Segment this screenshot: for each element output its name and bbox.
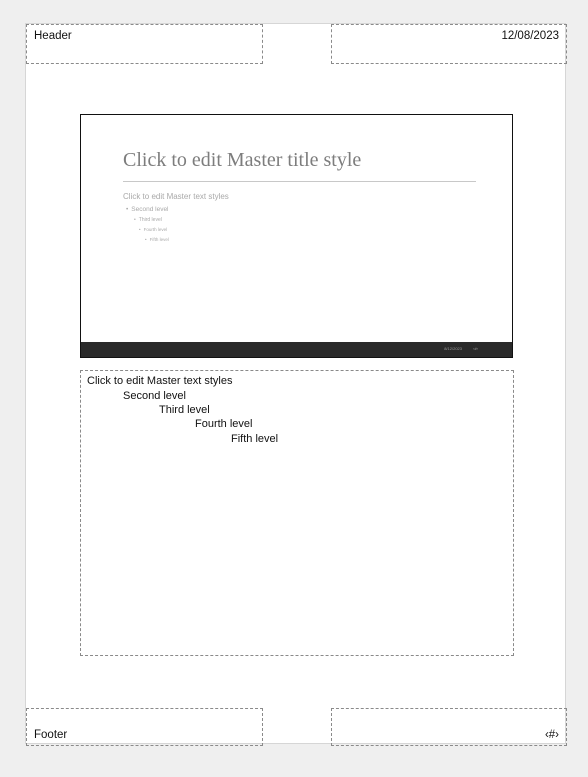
notes-text-level-5: Fifth level (231, 433, 279, 445)
page-number-text: ‹#› (544, 729, 559, 741)
slide-title-divider (123, 181, 476, 182)
footer-text: Footer (34, 729, 68, 741)
bullet-icon: • (139, 227, 141, 232)
slide-title: Click to edit Master title style (123, 149, 362, 171)
slide-footer-bar: 8/12/2023 ‹#› (81, 342, 512, 357)
page-number-placeholder[interactable]: ‹#› (331, 708, 567, 746)
notes-text-level-1: Click to edit Master text styles (87, 375, 233, 387)
header-placeholder[interactable]: Header (26, 24, 263, 64)
date-text: 12/08/2023 (501, 30, 559, 42)
footer-placeholder[interactable]: Footer (26, 708, 263, 746)
header-text: Header (34, 30, 72, 42)
date-placeholder[interactable]: 12/08/2023 (331, 24, 567, 64)
notes-placeholder[interactable]: Click to edit Master text styles Second … (80, 370, 514, 656)
slide-text-level-3: • Third level (134, 217, 162, 223)
notes-text-level-4: Fourth level (195, 418, 253, 430)
slide-text-level-5: • Fifth level (145, 237, 169, 242)
bullet-icon: • (126, 206, 129, 213)
slide-text-level-1: Click to edit Master text styles (123, 192, 229, 201)
slide-image-placeholder[interactable]: Click to edit Master title style Click t… (80, 114, 513, 358)
notes-text-level-3: Third level (159, 404, 210, 416)
notes-text-level-2: Second level (123, 390, 186, 402)
bullet-icon: • (145, 237, 147, 242)
slide-text-level-4: • Fourth level (139, 227, 168, 232)
bullet-icon: • (134, 217, 136, 223)
slide-footer-number: ‹#› (473, 346, 478, 351)
slide-text-level-2: • Second level (126, 206, 169, 213)
slide-footer-date: 8/12/2023 (444, 346, 462, 351)
